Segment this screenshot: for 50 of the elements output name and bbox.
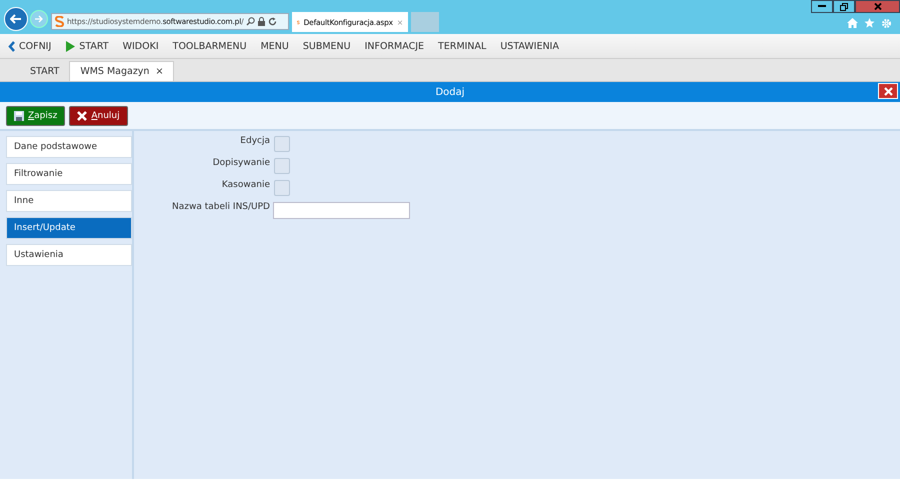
field-label: Nazwa tabeli INS/UPD (171, 202, 270, 212)
menu-item[interactable]: USTAWIENIA (500, 40, 559, 52)
dialog-title: Dodaj (435, 86, 465, 98)
lock-icon (258, 17, 266, 26)
field-label: Kasowanie (220, 180, 270, 190)
close-button[interactable] (855, 0, 900, 13)
field-label: Dopisywanie (212, 158, 270, 168)
home-icon[interactable] (847, 18, 858, 28)
section-item[interactable]: Inne (6, 190, 132, 212)
section-item[interactable]: Dane podstawowe (6, 136, 132, 158)
arrow-left-icon (10, 14, 22, 24)
minimize-icon (818, 5, 826, 8)
checkbox[interactable] (274, 180, 290, 196)
section-item[interactable]: Filtrowanie (6, 163, 132, 185)
checkbox[interactable] (274, 136, 290, 152)
play-icon (65, 40, 76, 52)
input-field[interactable] (273, 202, 410, 219)
restore-button[interactable] (833, 0, 855, 13)
cancel-button[interactable]: Anuluj (69, 106, 128, 126)
restore-icon (840, 2, 848, 10)
chevron-left-icon (8, 40, 15, 52)
forward-button[interactable] (30, 10, 48, 28)
menu-item[interactable]: INFORMACJE (364, 40, 424, 52)
settings-icon[interactable] (881, 18, 892, 29)
menu-item[interactable]: TERMINAL (438, 40, 486, 52)
app-tab[interactable]: WMS Magazyn × (69, 61, 174, 81)
menu-item[interactable]: WIDOKI (122, 40, 159, 52)
checkbox[interactable] (274, 158, 290, 174)
refresh-icon[interactable] (268, 17, 278, 26)
minimize-button[interactable] (811, 0, 833, 13)
menu-item[interactable]: COFNIJ (8, 40, 52, 52)
new-tab-button[interactable] (411, 12, 439, 32)
close-icon (874, 3, 882, 10)
menu-item[interactable]: MENU (260, 40, 289, 52)
menu-item[interactable]: SUBMENU (302, 40, 351, 52)
star-icon[interactable] (864, 18, 875, 28)
x-icon (77, 110, 88, 120)
search-icon[interactable] (246, 17, 256, 26)
site-logo-icon (55, 16, 64, 27)
section-item[interactable]: Ustawienia (6, 244, 132, 266)
floppy-icon (14, 110, 24, 120)
save-button[interactable]: Zapisz (6, 106, 66, 126)
field-label: Edycja (239, 136, 270, 146)
menu-item[interactable]: TOOLBARMENU (172, 40, 247, 52)
menu-item[interactable]: START (65, 40, 109, 52)
app-tab[interactable]: START (20, 61, 70, 81)
section-item[interactable]: Insert/Update (6, 217, 132, 239)
close-icon (884, 86, 892, 96)
arrow-right-icon (34, 15, 44, 23)
back-button[interactable] (4, 7, 28, 31)
